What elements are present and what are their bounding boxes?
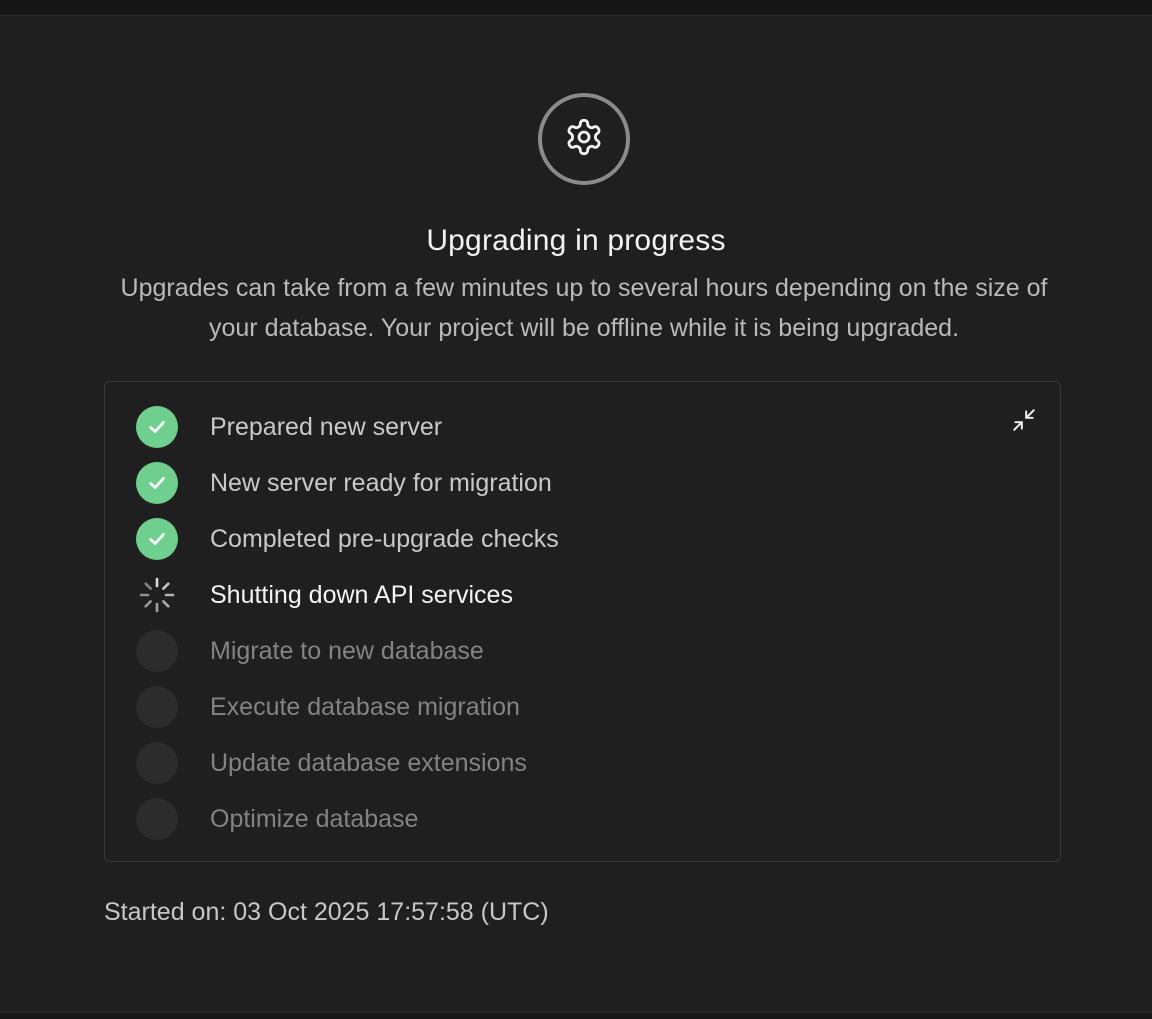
step-label: Shutting down API services [210,580,513,609]
step-label: Update database extensions [210,748,527,777]
pending-circle-icon [136,798,178,840]
check-icon [136,462,178,504]
upgrade-description: Upgrades can take from a few minutes up … [120,274,1048,342]
check-icon [136,518,178,560]
step-item: Update database extensions [136,741,527,785]
step-label: Execute database migration [210,692,520,721]
pending-circle-icon [136,742,178,784]
step-item: Shutting down API services [136,573,513,617]
step-label: Optimize database [210,804,419,833]
step-label: Migrate to new database [210,636,484,665]
step-label: New server ready for migration [210,468,552,497]
step-item: Completed pre-upgrade checks [136,517,559,561]
pending-circle-icon [136,686,178,728]
step-item: Prepared new server [136,405,442,449]
upgrade-steps-panel [104,381,1061,862]
step-item: New server ready for migration [136,461,552,505]
step-item: Migrate to new database [136,629,484,673]
page-title: Upgrading in progress [426,224,726,257]
upgrade-status-badge [538,93,630,185]
step-item: Optimize database [136,797,418,841]
pending-circle-icon [136,630,178,672]
collapse-button[interactable] [1009,407,1039,437]
step-label: Prepared new server [210,412,443,441]
collapse-arrows-icon [1011,407,1037,438]
spinner-icon [136,574,178,616]
top-bar [0,0,1152,16]
check-icon [136,406,178,448]
gear-icon [564,117,604,162]
step-item: Execute database migration [136,685,520,729]
step-label: Completed pre-upgrade checks [210,524,559,553]
started-on-text: Started on: 03 Oct 2025 17:57:58 (UTC) [104,898,549,926]
